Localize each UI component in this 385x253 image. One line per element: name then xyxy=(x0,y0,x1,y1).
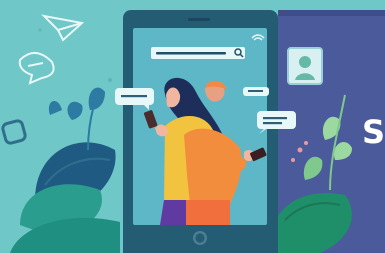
scene-svg: S xyxy=(0,0,385,253)
avatar-card xyxy=(287,47,323,85)
illustration-scene: S xyxy=(0,0,385,253)
search-bar-line xyxy=(156,52,226,55)
partial-letter-s: S xyxy=(362,113,385,151)
avatar-icon xyxy=(299,56,311,68)
speaker xyxy=(188,18,210,21)
speech-bubble-top-right xyxy=(243,87,269,96)
